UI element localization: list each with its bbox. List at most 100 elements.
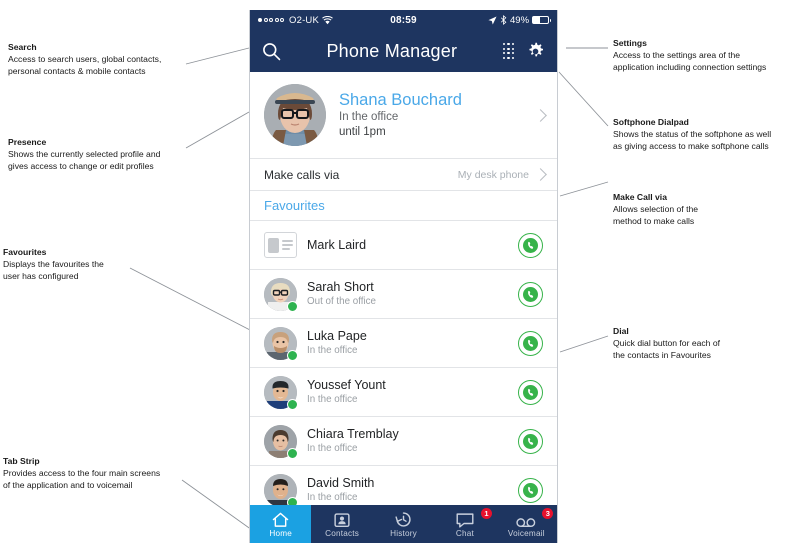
annotation-title: Favourites bbox=[3, 247, 47, 257]
avatar bbox=[264, 375, 298, 410]
annotation-body: Shows the status of the softphone as wel… bbox=[613, 129, 772, 151]
gear-icon[interactable] bbox=[526, 42, 545, 61]
chevron-right-icon bbox=[534, 108, 547, 122]
tab-history[interactable]: History bbox=[373, 505, 434, 543]
annotation-dialpad: Softphone Dialpad Shows the status of th… bbox=[613, 117, 805, 152]
annotation-tabstrip: Tab Strip Provides access to the four ma… bbox=[3, 456, 193, 491]
contact-name: Sarah Short bbox=[307, 280, 374, 294]
call-button[interactable] bbox=[518, 428, 543, 454]
call-button[interactable] bbox=[518, 477, 543, 503]
battery-icon bbox=[532, 16, 552, 24]
status-bar-right: 49% bbox=[417, 14, 552, 26]
status-badge: 1 bbox=[480, 508, 492, 519]
list-item[interactable]: Mark Laird bbox=[250, 221, 557, 270]
contact-status: In the office bbox=[307, 394, 358, 405]
presence-indicator bbox=[287, 398, 298, 410]
page-title: Phone Manager bbox=[326, 40, 458, 61]
annotation-favourites: Favourites Displays the favourites the u… bbox=[3, 247, 153, 282]
contact-text: David Smith In the office bbox=[297, 476, 518, 504]
presence-indicator bbox=[287, 447, 298, 459]
annotation-search: Search Access to search users, global co… bbox=[8, 42, 188, 77]
annotation-settings: Settings Access to the settings area of … bbox=[613, 38, 803, 73]
call-button[interactable] bbox=[518, 232, 543, 258]
contact-status: In the office bbox=[307, 492, 358, 503]
contact-text: Luka Pape In the office bbox=[297, 329, 518, 357]
contact-text: Mark Laird bbox=[297, 238, 518, 253]
location-arrow-icon bbox=[488, 15, 497, 25]
list-item[interactable]: Chiara Tremblay In the office bbox=[250, 417, 557, 466]
annotation-title: Presence bbox=[8, 137, 47, 147]
status-bar-left: O2-UK bbox=[258, 15, 390, 26]
presence-indicator bbox=[287, 300, 298, 312]
contact-status: In the office bbox=[307, 443, 358, 454]
contact-text: Chiara Tremblay In the office bbox=[297, 427, 518, 455]
contact-name: Chiara Tremblay bbox=[307, 427, 399, 441]
contact-text: Sarah Short Out of the office bbox=[297, 280, 518, 308]
profile-name: Shana Bouchard bbox=[339, 90, 462, 109]
wifi-icon bbox=[322, 15, 333, 25]
app-header: Phone Manager bbox=[250, 30, 557, 72]
list-item[interactable]: Luka Pape In the office bbox=[250, 319, 557, 368]
bluetooth-icon bbox=[500, 15, 507, 25]
dialpad-icon[interactable] bbox=[502, 43, 514, 59]
contact-status: In the office bbox=[307, 345, 358, 356]
avatar bbox=[264, 84, 326, 146]
tab-label: Chat bbox=[455, 528, 474, 538]
contact-name: Mark Laird bbox=[307, 237, 367, 252]
tab-label: Voicemail bbox=[507, 528, 545, 538]
profile-row[interactable]: Shana Bouchard In the office until 1pm bbox=[250, 72, 557, 159]
annotation-body: Provides access to the four main screens… bbox=[3, 468, 161, 490]
header-actions bbox=[502, 42, 545, 61]
annotation-dial: Dial Quick dial button for each of the c… bbox=[613, 326, 783, 361]
home-icon bbox=[272, 511, 289, 528]
tab-label: History bbox=[390, 528, 417, 538]
annotation-title: Make Call via bbox=[613, 192, 667, 202]
make-calls-via-row[interactable]: Make calls via My desk phone bbox=[250, 159, 557, 191]
contact-text: Youssef Yount In the office bbox=[297, 378, 518, 406]
battery-percent-label: 49% bbox=[510, 14, 530, 26]
tab-chat[interactable]: 1 Chat bbox=[434, 505, 495, 543]
avatar bbox=[264, 473, 298, 508]
call-button[interactable] bbox=[518, 330, 543, 356]
list-item[interactable]: Youssef Yount In the office bbox=[250, 368, 557, 417]
contact-status: Out of the office bbox=[307, 296, 376, 307]
clock: 08:59 bbox=[390, 14, 417, 26]
annotation-body: Displays the favourites the user has con… bbox=[3, 259, 104, 281]
annotation-title: Softphone Dialpad bbox=[613, 117, 689, 127]
history-icon bbox=[395, 511, 412, 528]
contacts-icon bbox=[334, 511, 350, 528]
presence-indicator bbox=[287, 349, 298, 361]
make-calls-via-label: Make calls via bbox=[264, 167, 340, 182]
tab-voicemail[interactable]: 3 Voicemail bbox=[496, 505, 557, 543]
carrier-label: O2-UK bbox=[289, 14, 320, 26]
chat-icon bbox=[456, 511, 474, 528]
make-calls-via-value: My desk phone bbox=[457, 168, 529, 181]
status-badge: 3 bbox=[542, 508, 554, 519]
chevron-right-icon bbox=[534, 168, 547, 181]
contact-card-placeholder-icon bbox=[264, 232, 297, 258]
phone-mockup: O2-UK 08:59 49% Phone Manager Shana Bouc… bbox=[249, 10, 558, 543]
favourites-header: Favourites bbox=[250, 191, 557, 221]
call-button[interactable] bbox=[518, 379, 543, 405]
profile-until: until 1pm bbox=[339, 125, 386, 138]
avatar bbox=[264, 424, 298, 459]
annotation-body: Access to search users, global contacts,… bbox=[8, 54, 162, 76]
contact-name: David Smith bbox=[307, 476, 375, 490]
annotation-body: Access to the settings area of the appli… bbox=[613, 50, 767, 72]
annotation-title: Tab Strip bbox=[3, 456, 40, 466]
list-item[interactable]: Sarah Short Out of the office bbox=[250, 270, 557, 319]
annotation-title: Dial bbox=[613, 326, 629, 336]
tab-home[interactable]: Home bbox=[250, 505, 312, 543]
annotation-presence: Presence Shows the currently selected pr… bbox=[8, 137, 188, 172]
tab-contacts[interactable]: Contacts bbox=[311, 505, 372, 543]
status-bar: O2-UK 08:59 49% bbox=[250, 10, 557, 30]
contact-name: Luka Pape bbox=[307, 329, 367, 343]
voicemail-icon bbox=[516, 511, 536, 528]
annotation-body: Allows selection of the method to make c… bbox=[613, 204, 699, 226]
call-button[interactable] bbox=[518, 281, 543, 307]
contact-name: Youssef Yount bbox=[307, 378, 386, 392]
profile-status: In the office bbox=[339, 110, 399, 123]
search-icon[interactable] bbox=[262, 42, 281, 61]
annotation-body: Quick dial button for each of the contac… bbox=[613, 338, 721, 360]
tab-label: Contacts bbox=[325, 528, 360, 538]
